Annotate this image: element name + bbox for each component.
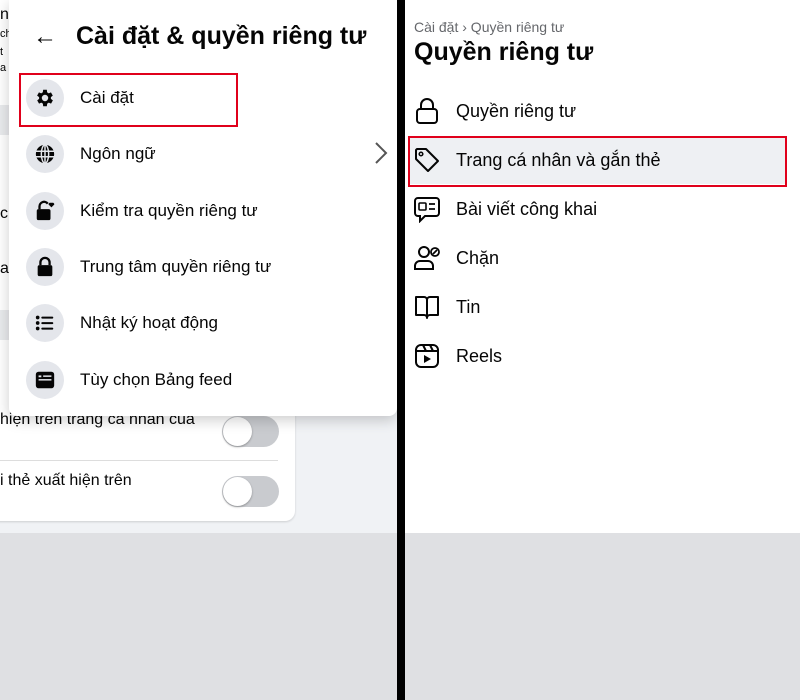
menu-item-label: Ngôn ngữ — [80, 144, 156, 163]
setting-label: i thẻ xuất hiện trên — [0, 472, 132, 489]
breadcrumb[interactable]: Cài đặt › Quyền riêng tư — [414, 19, 564, 35]
reels-icon — [415, 344, 439, 368]
page-title: Quyền riêng tư — [414, 38, 594, 66]
item-label: Quyền riêng tư — [456, 100, 577, 121]
left-screenshot: ng ch t a l củ a hiện trên trang cá nhân… — [0, 0, 397, 700]
menu-item-language[interactable]: Ngôn ngữ — [18, 129, 388, 179]
privacy-item-reels[interactable]: Reels — [408, 332, 786, 380]
public-post-icon — [414, 197, 440, 223]
highlight-box — [408, 136, 787, 187]
menu-item-label: Trung tâm quyền riêng tư — [80, 257, 272, 276]
item-label: Bài viết công khai — [456, 198, 598, 219]
lock-outline-icon — [416, 98, 438, 124]
menu-item-label: Nhật ký hoạt động — [80, 313, 218, 332]
background-text: a — [0, 260, 9, 277]
menu-item-privacy-center[interactable]: Trung tâm quyền riêng tư — [18, 242, 388, 292]
menu-item-feed-preferences[interactable]: Tùy chọn Bảng feed — [18, 355, 388, 405]
privacy-item-stories[interactable]: Tin — [408, 283, 786, 331]
block-user-icon — [414, 246, 440, 270]
toggle-switch[interactable] — [222, 416, 279, 447]
item-label: Reels — [456, 345, 503, 366]
feed-icon — [26, 361, 64, 399]
privacy-item-privacy[interactable]: Quyền riêng tư — [408, 87, 786, 135]
list-icon — [26, 304, 64, 342]
back-arrow-icon[interactable]: ← — [33, 24, 59, 50]
privacy-item-blocking[interactable]: Chặn — [408, 234, 786, 282]
chevron-right-icon — [375, 142, 388, 164]
settings-privacy-menu: ← Cài đặt & quyền riêng tư Cài đặt Ngôn … — [9, 0, 397, 416]
item-label: Chặn — [456, 247, 500, 268]
menu-item-label: Kiểm tra quyền riêng tư — [80, 201, 258, 220]
item-label: Tin — [456, 296, 481, 317]
right-screenshot: Cài đặt › Quyền riêng tư Quyền riêng tư … — [405, 0, 800, 700]
menu-item-activity-log[interactable]: Nhật ký hoạt động — [18, 298, 388, 348]
book-icon — [415, 296, 439, 319]
globe-icon — [26, 135, 64, 173]
lock-icon — [26, 248, 64, 286]
background-text: t — [0, 46, 4, 58]
toggle-switch[interactable] — [222, 476, 279, 507]
highlight-box — [19, 73, 238, 127]
privacy-item-public-posts[interactable]: Bài viết công khai — [408, 185, 786, 233]
menu-item-privacy-checkup[interactable]: Kiểm tra quyền riêng tư — [18, 186, 388, 236]
menu-item-label: Tùy chọn Bảng feed — [80, 370, 233, 389]
menu-title: Cài đặt & quyền riêng tư — [76, 22, 367, 50]
lock-heart-icon — [26, 192, 64, 230]
